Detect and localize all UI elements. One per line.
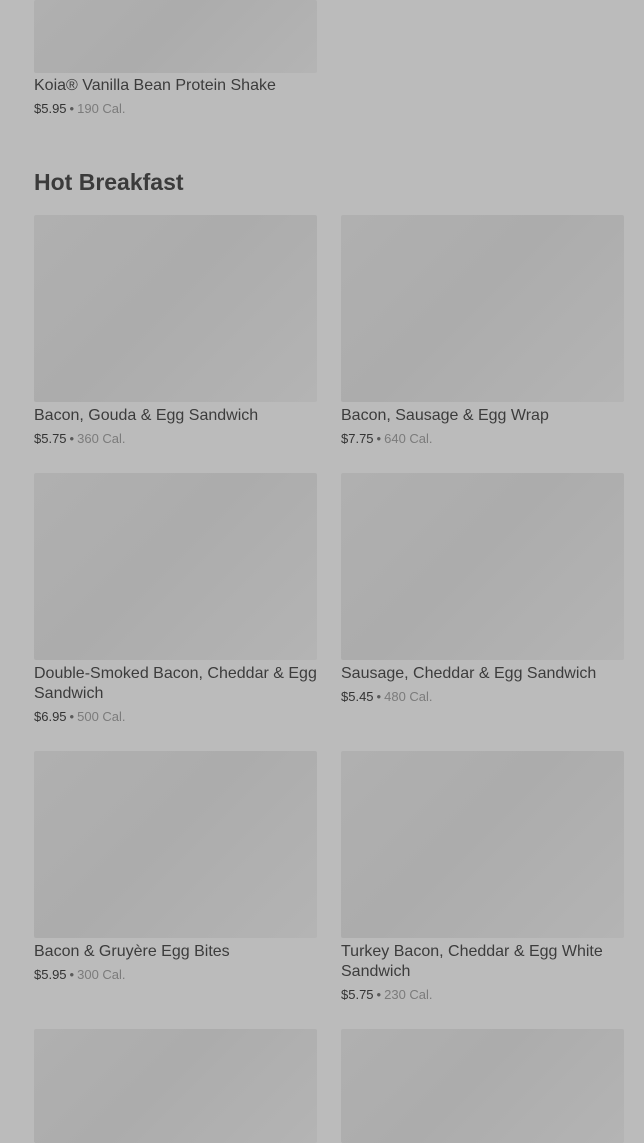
item-image-turkey-bacon[interactable] — [341, 751, 624, 938]
item-price: $6.95 — [34, 709, 67, 724]
item-calories: 300 Cal. — [77, 967, 126, 982]
item-image-bacon-gouda[interactable] — [34, 215, 317, 402]
item-name-egg-bites[interactable]: Bacon & Gruyère Egg Bites — [34, 942, 317, 962]
item-image-egg-bites[interactable] — [34, 751, 317, 938]
item-image-next-right[interactable] — [341, 1029, 624, 1143]
item-meta-double-smoked-bacon: $6.95 • 500 Cal. — [34, 709, 126, 725]
item-name-sausage-cheddar[interactable]: Sausage, Cheddar & Egg Sandwich — [341, 664, 624, 684]
separator-dot: • — [376, 987, 382, 1002]
item-calories: 500 Cal. — [77, 709, 126, 724]
item-meta-koia-shake: $5.95 • 190 Cal. — [34, 101, 126, 117]
item-name-double-smoked-bacon[interactable]: Double-Smoked Bacon, Cheddar & Egg Sandw… — [34, 664, 317, 704]
item-name-turkey-bacon[interactable]: Turkey Bacon, Cheddar & Egg White Sandwi… — [341, 942, 624, 982]
separator-dot: • — [69, 967, 75, 982]
item-image-double-smoked-bacon[interactable] — [34, 473, 317, 660]
item-name-bacon-sausage-wrap[interactable]: Bacon, Sausage & Egg Wrap — [341, 406, 624, 426]
item-price: $5.95 — [34, 101, 67, 116]
separator-dot: • — [376, 431, 382, 446]
item-image-bacon-sausage-wrap[interactable] — [341, 215, 624, 402]
item-image-sausage-cheddar[interactable] — [341, 473, 624, 660]
item-calories: 360 Cal. — [77, 431, 126, 446]
menu-page: Koia® Vanilla Bean Protein Shake $5.95 • 1… — [0, 0, 644, 1143]
item-meta-turkey-bacon: $5.75 • 230 Cal. — [341, 987, 433, 1003]
item-name-bacon-gouda[interactable]: Bacon, Gouda & Egg Sandwich — [34, 406, 317, 426]
item-price: $5.95 — [34, 967, 67, 982]
item-price: $5.75 — [34, 431, 67, 446]
separator-dot: • — [376, 689, 382, 704]
item-price: $5.45 — [341, 689, 374, 704]
item-price: $5.75 — [341, 987, 374, 1002]
item-image-next-left[interactable] — [34, 1029, 317, 1143]
item-calories: 230 Cal. — [384, 987, 433, 1002]
separator-dot: • — [69, 709, 75, 724]
item-meta-egg-bites: $5.95 • 300 Cal. — [34, 967, 126, 983]
separator-dot: • — [69, 101, 75, 116]
item-name-koia-shake[interactable]: Koia® Vanilla Bean Protein Shake — [34, 76, 317, 96]
item-calories: 640 Cal. — [384, 431, 433, 446]
item-calories: 480 Cal. — [384, 689, 433, 704]
item-image-koia-shake[interactable] — [34, 0, 317, 73]
item-meta-bacon-sausage-wrap: $7.75 • 640 Cal. — [341, 431, 433, 447]
item-calories: 190 Cal. — [77, 101, 126, 116]
item-meta-bacon-gouda: $5.75 • 360 Cal. — [34, 431, 126, 447]
separator-dot: • — [69, 431, 75, 446]
item-meta-sausage-cheddar: $5.45 • 480 Cal. — [341, 689, 433, 705]
section-title-hot-breakfast: Hot Breakfast — [34, 169, 184, 195]
item-price: $7.75 — [341, 431, 374, 446]
